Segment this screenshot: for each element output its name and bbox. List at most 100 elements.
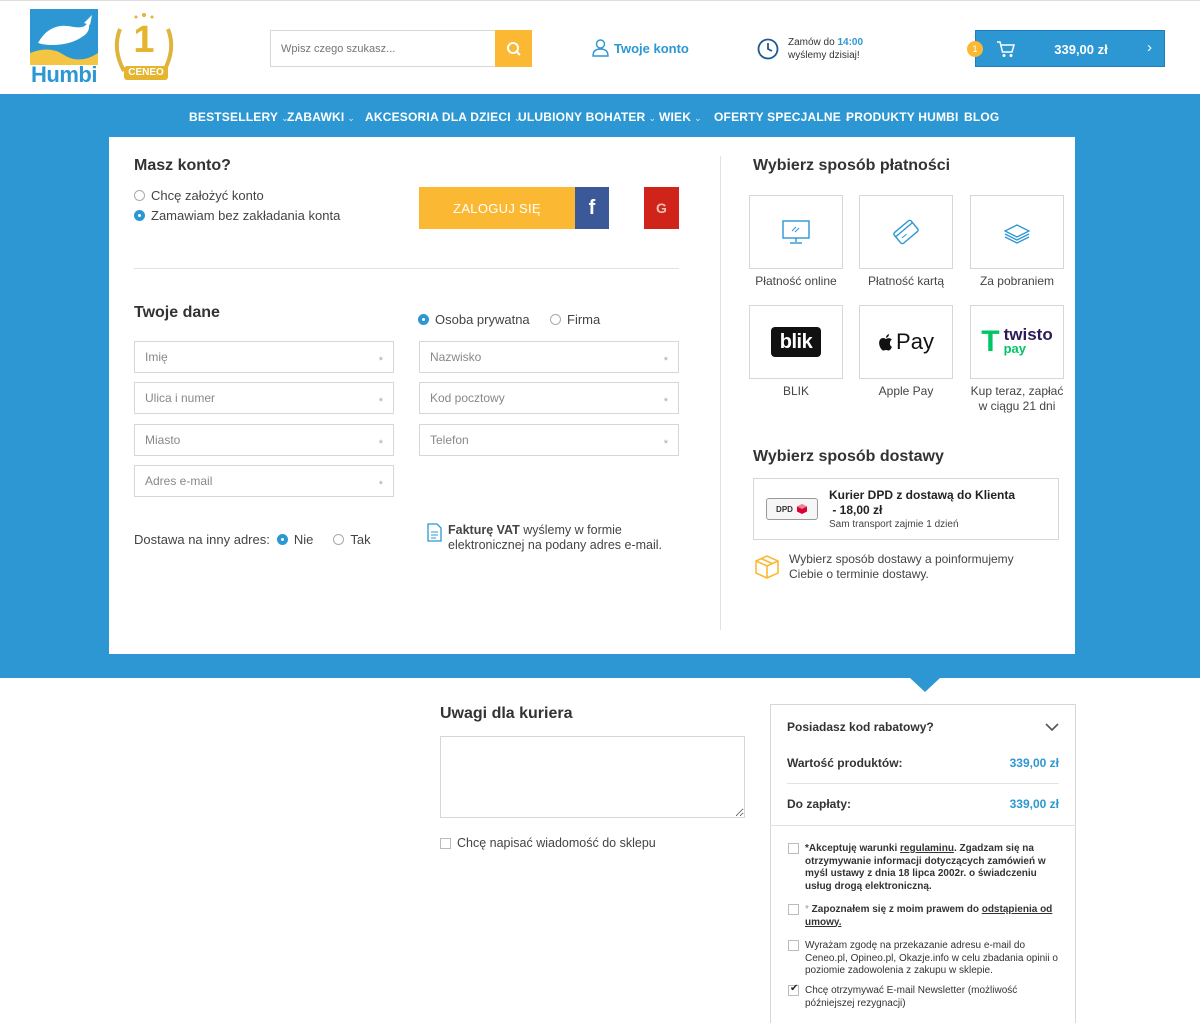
google-login-button[interactable]: G (644, 187, 679, 229)
agree-text: Chcę otrzymywać E-mail Newsletter (możli… (805, 985, 1018, 1009)
radio-circle[interactable] (134, 190, 145, 201)
first-name-field[interactable]: Imię * (134, 341, 394, 373)
payment-card[interactable] (859, 195, 953, 269)
products-value-label: Wartość produktów: (787, 756, 903, 770)
twisto-sub: pay (1003, 341, 1027, 356)
nav-label: AKCESORIA DLA DZIECI (365, 110, 511, 124)
nav-item[interactable]: ULUBIONY BOHATER ⌄ (518, 110, 656, 124)
payment-apple-pay[interactable]: Pay (859, 305, 953, 379)
search-button[interactable] (495, 30, 532, 67)
account-link[interactable]: Twoje konto (592, 39, 689, 57)
total-row: Do zapłaty: 339,00 zł (787, 797, 1059, 811)
nav-item[interactable]: OFERTY SPECJALNE ⌄ (714, 110, 852, 124)
radio-circle-checked[interactable] (134, 210, 145, 221)
payment-online[interactable] (749, 195, 843, 269)
payment-blik-label: BLIK (782, 384, 809, 398)
radio-create-account[interactable]: Chcę założyć konto (134, 188, 264, 203)
cash-icon (1003, 224, 1031, 244)
terms-link[interactable]: regulaminu (900, 843, 954, 854)
delivery-info-2: Ciebie o terminie dostawy. (789, 567, 929, 581)
dpd-cube-icon (796, 504, 807, 514)
radio-company[interactable]: Firma (550, 312, 600, 327)
order-text: Zamów do (788, 37, 838, 48)
agree-newsletter[interactable]: Chcę otrzymywać E-mail Newsletter (możli… (788, 983, 1058, 1010)
courier-notes-textarea[interactable] (440, 736, 745, 818)
chevron-down-icon: ⌄ (347, 113, 356, 123)
vat-info: Fakturę VAT wyślemy w formie elektronicz… (427, 523, 662, 553)
vat-text: wyślemy w formie (519, 523, 622, 537)
phone-field[interactable]: Telefon * (419, 424, 679, 456)
radio-circle[interactable] (550, 314, 561, 325)
vat-text-2: elektronicznej na podany adres e-mail. (448, 538, 663, 552)
humbi-logo[interactable]: Humbi (30, 9, 98, 87)
twisto-t-icon: T (981, 325, 1000, 358)
payment-twisto[interactable]: T twisto pay (970, 305, 1064, 379)
apple-pay-text: Pay (896, 329, 934, 354)
radio-label: Firma (567, 312, 601, 327)
checkbox[interactable] (788, 843, 799, 854)
radio-label: Zamawiam bez zakładania konta (151, 208, 341, 223)
required-mark: * (378, 396, 383, 408)
twisto-label-2: w ciągu 21 dni (978, 399, 1056, 413)
payment-blik[interactable]: blik (749, 305, 843, 379)
radio-label: Osoba prywatna (435, 312, 530, 327)
radio-private-person[interactable]: Osoba prywatna (418, 312, 530, 327)
delivery-option-dpd[interactable]: DPD Kurier DPD z dostawą do Klienta - 18… (753, 478, 1059, 540)
email-field[interactable]: Adres e-mail * (134, 465, 394, 497)
nav-item[interactable]: WIEK ⌄ (659, 110, 702, 124)
checkbox[interactable] (788, 940, 799, 951)
logo-text: Humbi (31, 62, 97, 87)
field-placeholder: Miasto (145, 433, 181, 447)
field-placeholder: Ulica i numer (145, 391, 216, 405)
vat-bold: Fakturę VAT (448, 523, 520, 537)
facebook-icon: f (588, 196, 596, 219)
last-name-field[interactable]: Nazwisko * (419, 341, 679, 373)
divider (134, 268, 679, 269)
radio-label: Chcę założyć konto (151, 188, 264, 203)
payment-cod[interactable] (970, 195, 1064, 269)
blik-logo-text: blik (779, 330, 813, 353)
agree-ceneo[interactable]: Wyrażam zgodę na przekazanie adresu e-ma… (788, 940, 1058, 978)
nav-item[interactable]: PRODUKTY HUMBI (846, 110, 959, 124)
facebook-login-button[interactable]: f (575, 187, 609, 229)
pointer-triangle (910, 678, 940, 692)
checkbox-checked[interactable] (788, 983, 799, 996)
message-to-shop-checkbox[interactable]: Chcę napisać wiadomość do sklepu (440, 836, 656, 850)
total-value: 339,00 zł (1009, 797, 1059, 811)
chevron-down-icon (1045, 722, 1059, 731)
checkbox[interactable] (788, 904, 799, 915)
personal-title: Twoje dane (134, 304, 220, 321)
nav-item[interactable]: AKCESORIA DLA DZIECI ⌄ (365, 110, 522, 124)
radio-circle-checked[interactable] (418, 314, 429, 325)
radio-other-address-yes[interactable] (333, 534, 345, 545)
delivery-title: Wybierz sposób dostawy (753, 448, 944, 465)
account-title: Masz konto? (134, 157, 231, 174)
agree-terms[interactable]: *Akceptuję warunki regulaminu. Zgadzam s… (788, 843, 1058, 893)
search-input[interactable] (270, 30, 496, 67)
discount-code-toggle[interactable]: Posiadasz kod rabatowy? (787, 720, 1059, 734)
radio-label: Tak (350, 532, 371, 547)
blik-logo: blik (771, 327, 821, 357)
agree-withdrawal[interactable]: * Zapoznałem się z moim prawem do odstąp… (788, 904, 1058, 929)
nav-item[interactable]: BLOG (964, 110, 999, 124)
dpd-logo-text: DPD (776, 504, 793, 514)
radio-guest-order[interactable]: Zamawiam bez zakładania konta (134, 208, 340, 223)
payment-apple-pay-label: Apple Pay (878, 384, 934, 398)
radio-other-address-no[interactable] (276, 534, 288, 545)
checkbox[interactable] (440, 837, 451, 849)
street-field[interactable]: Ulica i numer * (134, 382, 394, 414)
twisto-name: twisto (1003, 325, 1053, 344)
postcode-field[interactable]: Kod pocztowy * (419, 382, 679, 414)
notes-title: Uwagi dla kuriera (440, 705, 573, 722)
nav-item[interactable]: BESTSELLERY ⌄ (189, 110, 289, 124)
nav-label: ULUBIONY BOHATER (518, 110, 646, 124)
payment-card-label: Płatność kartą (867, 274, 945, 288)
user-icon (592, 39, 609, 57)
city-field[interactable]: Miasto * (134, 424, 394, 456)
order-time: 14:00 (837, 37, 864, 48)
nav-item[interactable]: ZABAWKI ⌄ (287, 110, 355, 124)
required-mark: * (663, 396, 668, 408)
login-button[interactable]: ZALOGUJ SIĘ (419, 187, 575, 229)
cart-button[interactable]: 1 339,00 zł › (967, 30, 1165, 67)
order-text-2: wyślemy dzisiaj! (788, 50, 860, 61)
